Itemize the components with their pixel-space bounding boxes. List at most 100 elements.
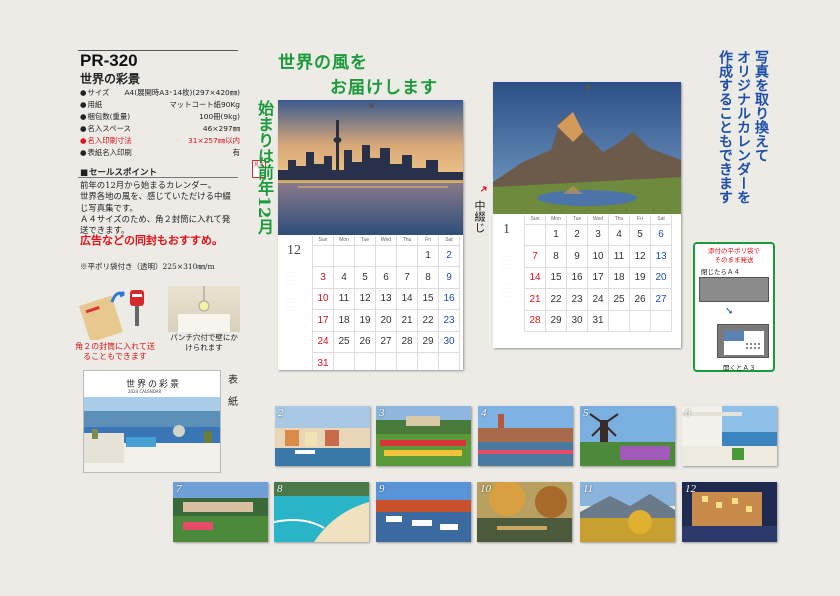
date-cell bbox=[375, 352, 397, 370]
week-row: 24 25 26 27 28 29 30 bbox=[312, 330, 460, 353]
date-cell: 14 bbox=[524, 266, 546, 289]
thumbnail-month-8: 8 bbox=[274, 482, 369, 542]
date-cell: 1 bbox=[545, 223, 567, 246]
mini-calendar-next: · · · · · · · · · · · · · · · · · · · · … bbox=[500, 282, 513, 298]
date-cell: 27 bbox=[650, 288, 672, 311]
date-cell: 20 bbox=[650, 266, 672, 289]
spec-value: 100冊(9kg) bbox=[199, 112, 240, 121]
spec-packing: 梱包数(重量) 100冊(9kg) bbox=[80, 111, 240, 122]
saddle-stitch-label: 中綴じ bbox=[473, 200, 486, 233]
date-cell: 29 bbox=[417, 330, 439, 353]
date-cell: 28 bbox=[524, 309, 546, 332]
date-cell bbox=[608, 309, 630, 332]
hanging-hole bbox=[369, 103, 374, 108]
week-row: 14 15 16 17 18 19 20 bbox=[524, 266, 672, 289]
date-cell bbox=[417, 352, 439, 370]
thumbnail-number: 2 bbox=[278, 407, 284, 419]
date-cell: 20 bbox=[375, 309, 397, 332]
starts-december-text: 始まりは前年12月 bbox=[255, 100, 274, 235]
shipping-info-box: 添付の平ポリ袋で そのまま発送 閉じたらＡ４ ➘ 開くとＡ３ bbox=[693, 242, 775, 372]
date-cell: 24 bbox=[312, 330, 334, 353]
thumbnail-month-7: 7 bbox=[173, 482, 268, 542]
weekday-header: Thu bbox=[396, 236, 418, 246]
spec-value: 有 bbox=[232, 148, 240, 157]
date-cell: 10 bbox=[587, 245, 609, 268]
weekday-header: Fri bbox=[417, 236, 439, 246]
date-cell: 8 bbox=[545, 245, 567, 268]
thumbnail-month-6: 6 bbox=[682, 406, 777, 466]
custom-photo-text-1: 写真を取り換えて bbox=[753, 50, 769, 162]
spec-size: サイズ A4(展開時A3･14枚)(297×420㎜) bbox=[80, 87, 240, 98]
date-cell: 19 bbox=[629, 266, 651, 289]
date-cell bbox=[438, 352, 460, 370]
date-cell: 3 bbox=[312, 266, 334, 289]
date-cell: 7 bbox=[524, 245, 546, 268]
thumbnail-number: 9 bbox=[379, 483, 385, 495]
date-cell: 25 bbox=[608, 288, 630, 311]
sales-point-body: 前年の12月から始まるカレンダー。 世界各地の風を、感じていただける中綴 じ写真… bbox=[80, 180, 231, 236]
date-cell: 31 bbox=[312, 352, 334, 370]
weekday-header: Tue bbox=[354, 236, 376, 246]
thumbnail-number: 8 bbox=[277, 483, 283, 495]
mini-calendar-prev: · · · · · · · · · · · · · · · · · · · · … bbox=[500, 254, 513, 270]
date-cell: 11 bbox=[608, 245, 630, 268]
weekday-header: Sun bbox=[312, 236, 334, 246]
date-cell bbox=[333, 244, 355, 267]
date-cell: 4 bbox=[608, 223, 630, 246]
date-cell: 28 bbox=[396, 330, 418, 353]
spec-label: 用紙 bbox=[80, 99, 102, 110]
date-cell: 25 bbox=[333, 330, 355, 353]
date-cell: 21 bbox=[396, 309, 418, 332]
product-name: 世界の彩景 bbox=[80, 72, 141, 86]
thumbnail-number: 3 bbox=[379, 407, 385, 419]
weekday-header: Thu bbox=[608, 215, 630, 225]
date-cell: 14 bbox=[396, 287, 418, 310]
thumbnail-number: 11 bbox=[583, 483, 594, 495]
thumbnail-month-3: 3 bbox=[376, 406, 471, 466]
open-envelope bbox=[717, 324, 769, 358]
mini-calendar-next: · · · · · · · · · · · · · · · · · · · · … bbox=[284, 296, 297, 312]
weekday-header: Mon bbox=[545, 215, 567, 225]
date-cell bbox=[354, 352, 376, 370]
week-row: 3456789 bbox=[312, 266, 460, 289]
hanging-hole bbox=[585, 85, 590, 90]
date-cell: 16 bbox=[438, 287, 460, 310]
thumbnail-number: 4 bbox=[481, 407, 487, 419]
date-cell: 5 bbox=[354, 266, 376, 289]
date-cell: 19 bbox=[354, 309, 376, 332]
date-cell: 9 bbox=[566, 245, 588, 268]
sales-point-highlight: 広告などの同封もおすすめ。 bbox=[80, 234, 223, 247]
thumbnail-number: 10 bbox=[480, 483, 491, 495]
date-cell: 6 bbox=[650, 223, 672, 246]
date-cell: 29 bbox=[545, 309, 567, 332]
punch-caption: パンチ穴付で壁にかけられます bbox=[170, 333, 238, 352]
date-cell: 5 bbox=[629, 223, 651, 246]
weekday-header: Tue bbox=[566, 215, 588, 225]
date-cell: 11 bbox=[333, 287, 355, 310]
bag-note: ※平ポリ袋付き（透明）225×310㎜/m bbox=[80, 262, 215, 271]
spec-label: 梱包数(重量) bbox=[80, 111, 130, 122]
date-cell bbox=[354, 244, 376, 267]
date-cell: 12 bbox=[629, 245, 651, 268]
weekday-header: Mon bbox=[333, 236, 355, 246]
date-cell: 22 bbox=[417, 309, 439, 332]
calendar-december: 12 · · · · · · · · · · · · · · · · · · ·… bbox=[278, 100, 463, 370]
date-cell bbox=[333, 352, 355, 370]
week-row: 21 22 23 24 25 26 27 bbox=[524, 288, 672, 311]
date-cell: 22 bbox=[545, 288, 567, 311]
calendar-january: 1 · · · · · · · · · · · · · · · · · · · … bbox=[493, 82, 681, 348]
week-row: 10 11 12 13 14 15 16 bbox=[312, 287, 460, 310]
date-cell: 23 bbox=[438, 309, 460, 332]
calendar-cover: 世界の彩景 2024 CALENDAR bbox=[83, 370, 221, 473]
thumbnail-number: 5 bbox=[583, 407, 589, 419]
date-cell: 6 bbox=[375, 266, 397, 289]
date-cell: 24 bbox=[587, 288, 609, 311]
spec-print-size: 名入印刷寸法 31×257㎜以内 bbox=[80, 135, 240, 146]
spec-name-space: 名入スペース 46×297㎜ bbox=[80, 123, 240, 134]
date-cell: 17 bbox=[587, 266, 609, 289]
date-cell: 18 bbox=[608, 266, 630, 289]
weekday-header: Sat bbox=[650, 215, 672, 225]
date-cell: 1 bbox=[417, 244, 439, 267]
date-cell: 21 bbox=[524, 288, 546, 311]
arrow-icon: ➜ bbox=[477, 182, 491, 197]
